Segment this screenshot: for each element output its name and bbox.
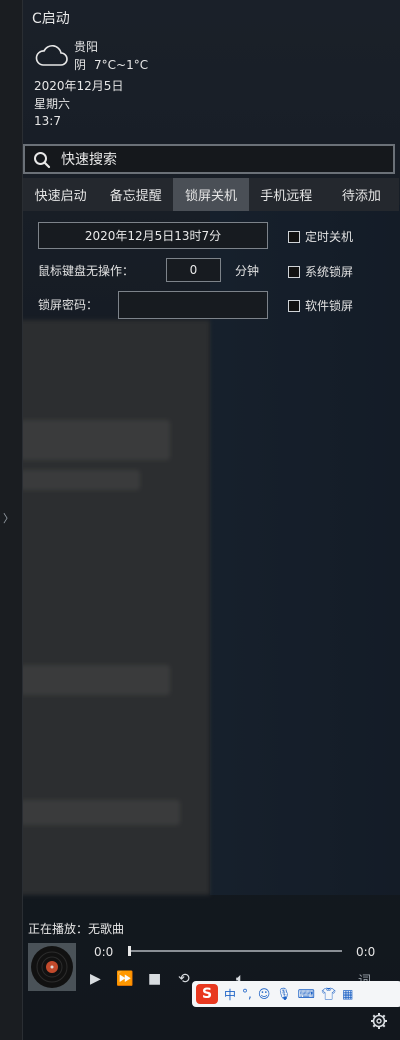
weather-city: 贵阳 <box>74 40 99 54</box>
total-time: 0:0 <box>356 945 376 959</box>
idle-minutes-input[interactable]: 0 <box>166 258 221 282</box>
idle-label: 鼠标键盘无操作： <box>38 264 135 278</box>
microphone-icon[interactable]: 🎙︎ <box>276 987 291 1001</box>
tab-lock-shutdown[interactable]: 锁屏关机 <box>173 178 249 211</box>
tab-quick-launch[interactable]: 快速启动 <box>23 178 99 211</box>
app-title: C启动 <box>32 11 70 27</box>
now-playing-text: 正在播放：无歌曲 <box>28 922 125 936</box>
checkbox-box[interactable] <box>288 230 300 243</box>
software-lock-checkbox[interactable]: 软件锁屏 <box>288 297 353 314</box>
stop-icon[interactable]: ■ <box>148 971 161 987</box>
tab-bar: 快速启动 备忘提醒 锁屏关机 手机远程 待添加 <box>23 178 400 211</box>
ime-punctuation-toggle[interactable]: °, <box>242 987 252 1001</box>
lock-password-input[interactable] <box>118 291 268 319</box>
play-icon[interactable]: ▶ <box>90 971 101 987</box>
search-input[interactable] <box>59 149 383 171</box>
tab-to-be-added[interactable]: 待添加 <box>323 178 400 211</box>
checkbox-box[interactable] <box>288 265 300 278</box>
elapsed-time: 0:0 <box>94 945 114 959</box>
lock-password-label: 锁屏密码： <box>38 298 99 312</box>
emoji-icon[interactable]: ☺ <box>258 987 271 1001</box>
shutdown-datetime-field[interactable]: 2020年12月5日13时7分 <box>38 222 268 249</box>
collapse-strip[interactable]: 〉 <box>0 0 23 1040</box>
skin-icon[interactable]: 👕︎ <box>321 987 336 1001</box>
ime-toolbar[interactable]: S 中 °, ☺ 🎙︎ ⌨ 👕︎ ▦ <box>192 981 400 1007</box>
scheduled-shutdown-label: 定时关机 <box>305 230 354 244</box>
cloud-icon <box>35 45 68 66</box>
weather-condition-line: 阴 7°C~1°C <box>74 56 156 73</box>
ime-mode-toggle[interactable]: 中 <box>224 986 236 1003</box>
toolbox-icon[interactable]: ▦ <box>342 987 353 1001</box>
tab-phone-remote[interactable]: 手机远程 <box>248 178 324 211</box>
current-weekday: 星期六 <box>34 97 71 111</box>
idle-unit-label: 分钟 <box>235 264 260 278</box>
repeat-icon[interactable]: ⟲ <box>178 971 190 987</box>
keyboard-icon[interactable]: ⌨ <box>298 987 315 1001</box>
tab-memo-reminder[interactable]: 备忘提醒 <box>98 178 174 211</box>
playback-progress-bar[interactable] <box>128 946 342 956</box>
weather-temperature: 7°C~1°C <box>94 58 149 72</box>
search-bar[interactable] <box>23 144 395 174</box>
system-lock-checkbox[interactable]: 系统锁屏 <box>288 263 353 280</box>
software-lock-label: 软件锁屏 <box>305 299 354 313</box>
sogou-logo[interactable]: S <box>196 984 218 1004</box>
chevron-right-icon[interactable]: 〉 <box>3 510 14 526</box>
search-icon <box>34 152 51 169</box>
progress-knob[interactable] <box>128 946 131 956</box>
launcher-panel: C启动 贵阳 阴 7°C~1°C 2020年12月5日 星期六 13:7 快速启动… <box>22 0 400 1040</box>
vinyl-record-icon <box>28 943 76 991</box>
checkbox-box[interactable] <box>288 299 300 312</box>
album-art[interactable] <box>28 943 76 991</box>
system-lock-label: 系统锁屏 <box>305 265 354 279</box>
current-time: 13:7 <box>34 114 61 128</box>
current-date: 2020年12月5日 <box>34 79 124 93</box>
weather-condition: 阴 <box>74 58 87 72</box>
next-icon[interactable]: ⏩ <box>116 971 133 987</box>
scheduled-shutdown-checkbox[interactable]: 定时关机 <box>288 228 353 245</box>
gear-icon[interactable] <box>370 1012 388 1030</box>
